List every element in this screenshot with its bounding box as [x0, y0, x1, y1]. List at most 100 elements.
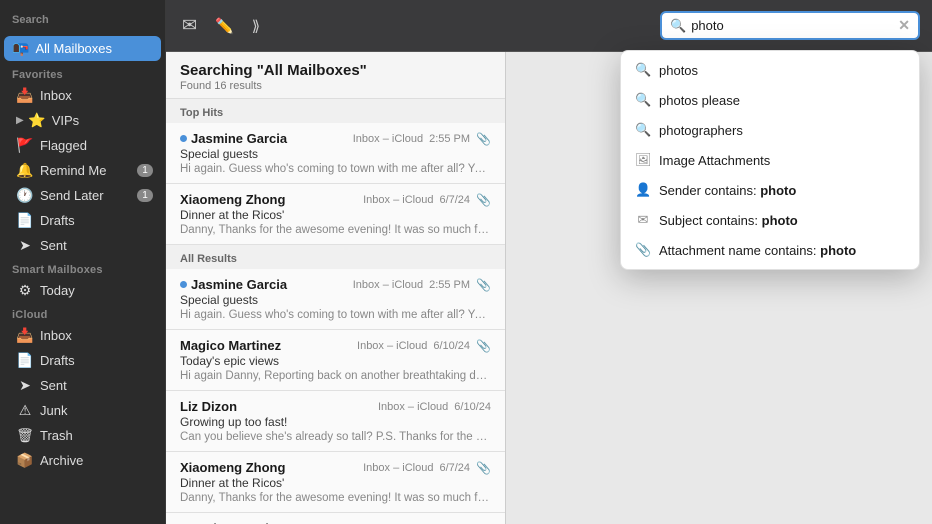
send-later-label: Send Later: [40, 188, 104, 203]
dropdown-item-subject-contains[interactable]: ✉ Subject contains: photo: [621, 205, 919, 235]
favorites-label: Favorites: [0, 63, 165, 83]
dropdown-item-label: Subject contains: photo: [659, 213, 798, 228]
sidebar-item-icloud-sent[interactable]: ➤ Sent: [4, 374, 161, 397]
sender-name: Jasmine Garcia: [180, 131, 287, 146]
sidebar-item-icloud-inbox[interactable]: 📥 Inbox: [4, 324, 161, 347]
email-preview: Hi again Danny, Reporting back on anothe…: [180, 370, 491, 382]
email-preview: Hi again. Guess who's coming to town wit…: [180, 163, 491, 175]
attachment-icon: 📎: [476, 132, 491, 146]
new-message-button[interactable]: ✉: [178, 11, 201, 40]
icloud-label: iCloud: [0, 303, 165, 323]
email-preview: Danny, Thanks for the awesome evening! I…: [180, 224, 491, 236]
email-time: 6/7/24: [439, 194, 470, 206]
smart-mailboxes-label: Smart Mailboxes: [0, 258, 165, 278]
toolbar: ✉ ✏️ ⟫ 🔍 ✕: [166, 0, 932, 52]
email-preview: Danny, Thanks for the awesome evening! I…: [180, 492, 491, 504]
clear-search-button[interactable]: ✕: [898, 17, 910, 34]
email-item-top-2[interactable]: Xiaomeng Zhong Inbox – iCloud 6/7/24 📎 D…: [166, 184, 505, 245]
attachment-icon: 📎: [476, 461, 491, 475]
icloud-drafts-label: Drafts: [40, 353, 75, 368]
email-time: 6/7/24: [439, 462, 470, 474]
email-subject: Special guests: [180, 147, 491, 161]
dropdown-item-photos[interactable]: 🔍 photos: [621, 55, 919, 85]
sidebar-item-send-later[interactable]: 🕐 Send Later 1: [4, 184, 161, 207]
subject-suggestion-icon: ✉: [635, 212, 651, 228]
search-suggestion-icon: 🔍: [635, 122, 651, 138]
icloud-sent-icon: ➤: [16, 377, 34, 394]
email-item-top-1[interactable]: Jasmine Garcia Inbox – iCloud 2:55 PM 📎 …: [166, 123, 505, 184]
send-later-badge: 1: [137, 189, 153, 202]
sidebar-item-sent[interactable]: ➤ Sent: [4, 234, 161, 257]
dropdown-item-label: photos: [659, 63, 698, 78]
sender-name: Liz Dizon: [180, 399, 237, 414]
sidebar-item-icloud-drafts[interactable]: 📄 Drafts: [4, 349, 161, 372]
sidebar-item-drafts[interactable]: 📄 Drafts: [4, 209, 161, 232]
dropdown-item-sender-contains[interactable]: 👤 Sender contains: photo: [621, 175, 919, 205]
dropdown-item-photos-please[interactable]: 🔍 photos please: [621, 85, 919, 115]
email-item-all-2[interactable]: Magico Martinez Inbox – iCloud 6/10/24 📎…: [166, 330, 505, 391]
email-subject: Special guests: [180, 293, 491, 307]
email-item-all-4[interactable]: Xiaomeng Zhong Inbox – iCloud 6/7/24 📎 D…: [166, 452, 505, 513]
email-list: Top Hits Jasmine Garcia Inbox – iCloud 2…: [166, 99, 505, 524]
compose-button[interactable]: ✏️: [211, 13, 238, 39]
email-subject: Growing up too fast!: [180, 415, 491, 429]
today-icon: ⚙: [16, 282, 34, 299]
today-label: Today: [40, 283, 75, 298]
email-meta: Inbox – iCloud 2:55 PM 📎: [353, 278, 491, 292]
email-item-all-5[interactable]: Jasmine Garcia Trash – iCloud 6/6/24: [166, 513, 505, 524]
email-meta: Inbox – iCloud 6/7/24 📎: [363, 193, 491, 207]
email-meta: Inbox – iCloud 6/7/24 📎: [363, 461, 491, 475]
icloud-inbox-label: Inbox: [40, 328, 72, 343]
mailbox-name: Inbox – iCloud: [363, 462, 433, 474]
email-header: Xiaomeng Zhong Inbox – iCloud 6/7/24 📎: [180, 192, 491, 207]
email-subject: Today's epic views: [180, 354, 491, 368]
icloud-inbox-icon: 📥: [16, 327, 34, 344]
mailboxes-icon: 📭: [12, 40, 29, 57]
expand-button[interactable]: ⟫: [248, 13, 264, 39]
email-meta: Inbox – iCloud 6/10/24 📎: [357, 339, 491, 353]
email-header: Xiaomeng Zhong Inbox – iCloud 6/7/24 📎: [180, 460, 491, 475]
search-container: 🔍 ✕: [660, 11, 920, 40]
email-subject: Dinner at the Ricos': [180, 208, 491, 222]
unread-dot: [180, 281, 187, 288]
sidebar-item-icloud-trash[interactable]: 🗑 Trash: [4, 424, 161, 447]
all-results-label: All Results: [166, 245, 505, 269]
sidebar-item-flagged[interactable]: 🚩 Flagged: [4, 134, 161, 157]
search-title: Searching "All Mailboxes": [180, 62, 491, 79]
email-meta: Inbox – iCloud 6/10/24: [378, 401, 491, 413]
sidebar-item-today[interactable]: ⚙ Today: [4, 279, 161, 302]
sidebar-item-icloud-junk[interactable]: ⚠ Junk: [4, 399, 161, 422]
icloud-archive-label: Archive: [40, 453, 83, 468]
email-time: 6/10/24: [454, 401, 491, 413]
email-item-all-3[interactable]: Liz Dizon Inbox – iCloud 6/10/24 Growing…: [166, 391, 505, 452]
flag-icon: 🚩: [16, 137, 34, 154]
clock-icon: 🕐: [16, 187, 34, 204]
email-time: 2:55 PM: [429, 133, 470, 145]
top-hits-label: Top Hits: [166, 99, 505, 123]
sidebar-item-icloud-archive[interactable]: 📦 Archive: [4, 449, 161, 472]
dropdown-item-image-attachments[interactable]: 🖼 Image Attachments: [621, 145, 919, 175]
bold-keyword: photo: [760, 183, 796, 198]
sidebar-item-remind-me[interactable]: 🔔 Remind Me 1: [4, 159, 161, 182]
sidebar-item-all-mailboxes[interactable]: 📭 All Mailboxes: [4, 36, 161, 61]
dropdown-item-photographers[interactable]: 🔍 photographers: [621, 115, 919, 145]
image-suggestion-icon: 🖼: [635, 152, 651, 168]
draft-icon: 📄: [16, 212, 34, 229]
attachment-icon: 📎: [476, 339, 491, 353]
search-input[interactable]: [691, 18, 898, 33]
attachment-icon: 📎: [476, 278, 491, 292]
mailbox-name: Inbox – iCloud: [353, 279, 423, 291]
sender-name: Xiaomeng Zhong: [180, 460, 285, 475]
sent-label: Sent: [40, 238, 67, 253]
sender-suggestion-icon: 👤: [635, 182, 651, 198]
chevron-icon: ▶: [16, 115, 24, 126]
inbox-icon: 📥: [16, 87, 34, 104]
sidebar: Search 📭 All Mailboxes Favorites 📥 Inbox…: [0, 0, 166, 524]
remind-me-label: Remind Me: [40, 163, 106, 178]
mailbox-name: Inbox – iCloud: [363, 194, 433, 206]
sidebar-item-vips[interactable]: ▶ ⭐ VIPs: [4, 109, 161, 132]
sidebar-item-inbox[interactable]: 📥 Inbox: [4, 84, 161, 107]
email-header: Liz Dizon Inbox – iCloud 6/10/24: [180, 399, 491, 414]
dropdown-item-attachment-contains[interactable]: 📎 Attachment name contains: photo: [621, 235, 919, 265]
email-item-all-1[interactable]: Jasmine Garcia Inbox – iCloud 2:55 PM 📎 …: [166, 269, 505, 330]
